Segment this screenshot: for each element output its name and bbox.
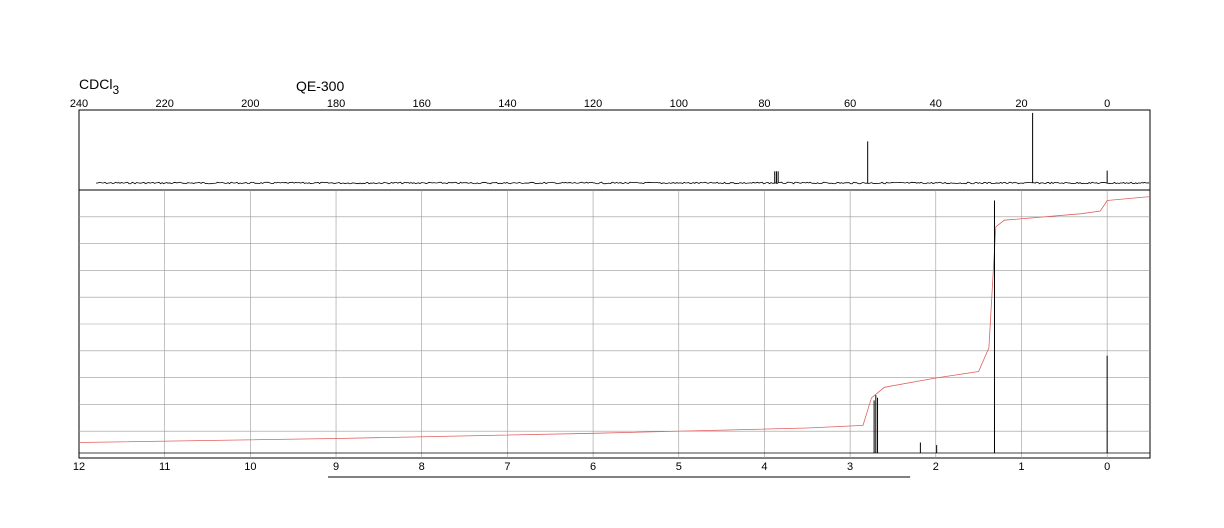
h1-tick-label: 5 (676, 461, 682, 473)
c13-tick-label: 40 (930, 98, 942, 110)
c13-tick-label: 100 (670, 98, 688, 110)
h1-tick-label: 9 (333, 461, 339, 473)
c13-tick-label: 240 (70, 98, 88, 110)
h1-grid (79, 190, 1150, 458)
c13-tick-label: 140 (498, 98, 516, 110)
c13-baseline (95, 181, 1150, 185)
h1-tick-label: 6 (590, 461, 596, 473)
c13-peaks (774, 112, 1108, 183)
h1-tick-label: 4 (761, 461, 767, 473)
solvent-label-subscript: 3 (112, 83, 119, 97)
c13-tick-label: 220 (156, 98, 174, 110)
instrument-label: QE-300 (296, 78, 344, 94)
c13-tick-label: 180 (327, 98, 345, 110)
c13-tick-label: 0 (1104, 98, 1110, 110)
c13-x-axis: 240 220 200 180 160 140 120 100 80 60 40 20 0 (70, 98, 1110, 110)
c13-plot-frame (78, 109, 1151, 191)
h1-tick-label: 11 (159, 461, 170, 473)
solvent-label-base: CDCl (79, 76, 112, 92)
nmr-figure: CDCl3 QE-300 240 220 200 180 160 140 120 100 80 6… (70, 76, 1151, 478)
h1-tick-label: 2 (933, 461, 939, 473)
h1-tick-label: 8 (419, 461, 425, 473)
h1-x-axis: 12 11 10 9 8 7 6 5 4 3 2 1 0 (73, 461, 1110, 473)
c13-tick-label: 80 (758, 98, 770, 110)
h1-tick-label: 3 (847, 461, 853, 473)
c13-tick-label: 200 (241, 98, 259, 110)
c13-tick-label: 120 (584, 98, 602, 110)
h1-tick-label: 1 (1018, 461, 1024, 473)
c13-tick-label: 160 (413, 98, 431, 110)
h1-peaks (873, 200, 1108, 453)
c13-tick-label: 60 (844, 98, 856, 110)
h1-tick-label: 7 (504, 461, 510, 473)
h1-integral-curve (78, 196, 1151, 443)
h1-tick-label: 12 (73, 461, 85, 473)
h1-tick-label: 0 (1104, 461, 1110, 473)
solvent-label: CDCl3 (79, 76, 119, 97)
c13-tick-label: 20 (1015, 98, 1027, 110)
h1-tick-label: 10 (244, 461, 256, 473)
